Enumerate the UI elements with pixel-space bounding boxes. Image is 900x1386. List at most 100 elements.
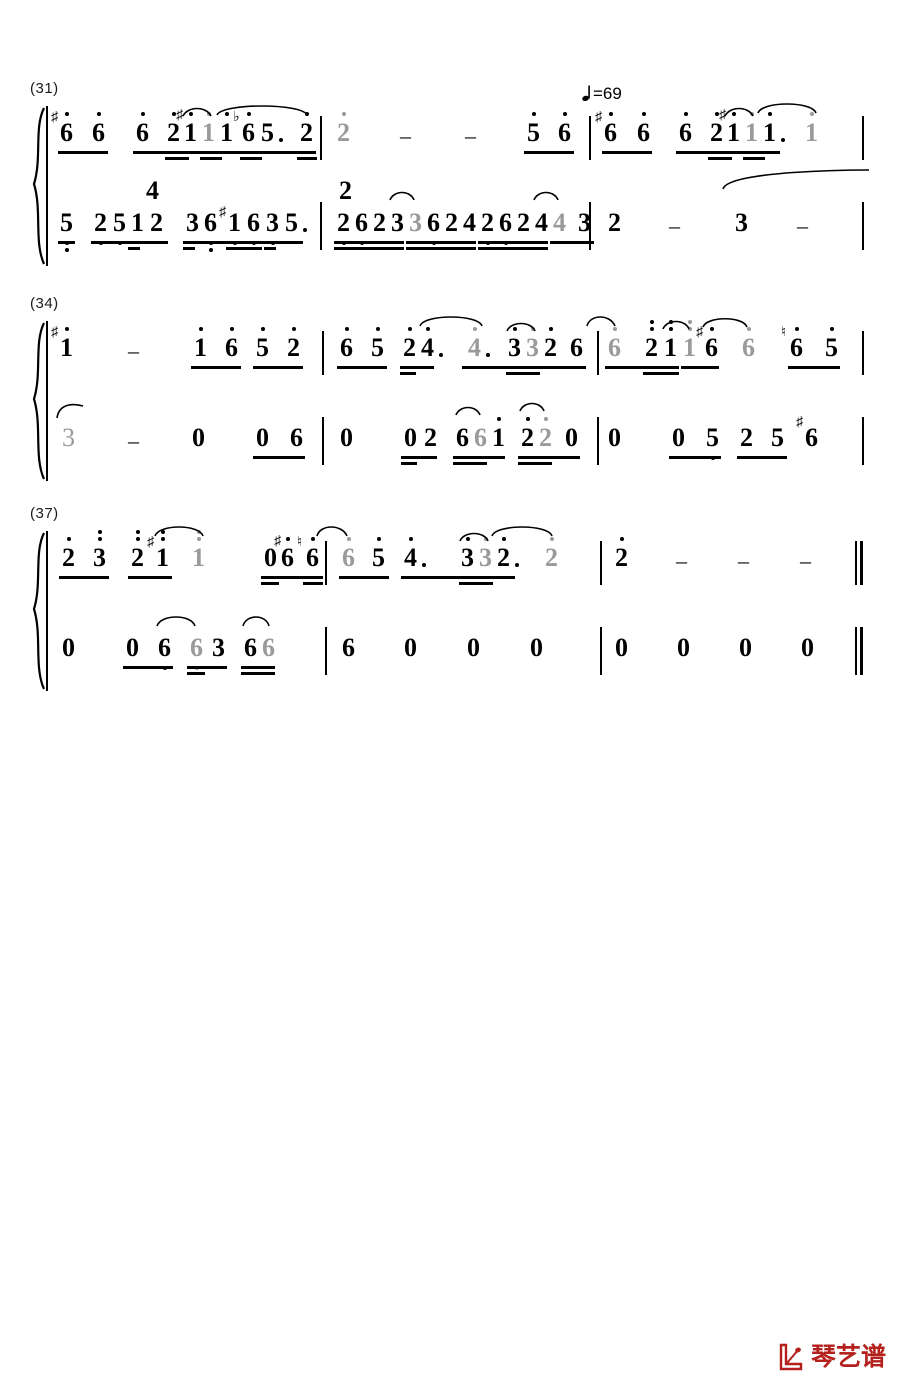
beam <box>58 151 108 154</box>
note: 6 <box>558 112 571 146</box>
note-tied: 3 <box>409 208 422 237</box>
note-tied: 1 <box>745 112 758 146</box>
beam <box>462 366 586 369</box>
note: 5 <box>261 120 283 146</box>
note-tied: 6 <box>190 635 203 670</box>
note: 2 <box>517 208 530 237</box>
note-tied: 6 <box>608 327 621 361</box>
beam <box>478 247 548 250</box>
site-watermark-logo[interactable]: 琴艺谱 <box>777 1342 886 1372</box>
note: 1 <box>492 417 505 451</box>
beam <box>128 241 168 244</box>
note: 0 <box>467 633 480 662</box>
beam <box>297 157 317 160</box>
beam <box>339 576 389 579</box>
slur <box>586 313 616 327</box>
barline <box>589 202 591 250</box>
note: 0 <box>404 633 417 662</box>
note: ♯ 2 <box>710 108 726 147</box>
beam <box>459 582 493 585</box>
beam <box>253 366 303 369</box>
beam <box>337 366 387 369</box>
beam <box>183 241 303 244</box>
note: 6 <box>570 333 583 362</box>
beam <box>737 456 787 459</box>
beam <box>123 666 173 669</box>
note: 6 <box>340 327 353 361</box>
beam <box>191 366 241 369</box>
note: 0 <box>192 423 205 452</box>
beam <box>261 582 279 585</box>
beam <box>128 247 140 250</box>
note: 2 <box>481 210 494 245</box>
note: 6 <box>244 633 257 662</box>
note: ♯ 6 <box>274 534 294 572</box>
note-tied: 4 <box>468 327 490 361</box>
note: 2 <box>740 423 753 452</box>
note: 3 <box>461 537 474 571</box>
beam <box>59 576 109 579</box>
beam <box>669 456 721 459</box>
note: 0 <box>256 423 269 452</box>
slur <box>242 613 270 627</box>
slur <box>156 613 196 627</box>
beam <box>676 151 780 154</box>
slur <box>724 105 754 117</box>
dash: – <box>676 548 687 573</box>
beam <box>602 151 652 154</box>
note-tied: 1 <box>202 112 215 146</box>
slur <box>316 523 348 537</box>
note-tied: 6 <box>342 537 355 571</box>
beam <box>303 582 323 585</box>
note-tied: 3 <box>62 423 75 452</box>
note: 5 <box>256 327 269 361</box>
beam <box>605 366 679 369</box>
beam <box>133 151 316 154</box>
note: ♮ 6 <box>297 535 319 572</box>
beam <box>406 247 476 250</box>
barline <box>322 417 324 465</box>
slur <box>506 320 536 332</box>
beam <box>708 157 732 160</box>
beam <box>200 157 222 160</box>
slur <box>389 189 415 201</box>
beam <box>453 456 505 459</box>
barline <box>320 116 322 160</box>
note: 3 <box>212 633 225 662</box>
note: 2 <box>94 210 107 245</box>
note: 2 <box>62 537 75 571</box>
staff-lower-3: 0 0 6 6 3 6 6 6 0 0 0 0 0 0 0 <box>0 615 900 685</box>
note: 1 <box>727 112 740 146</box>
note: 0 <box>62 633 75 662</box>
barline <box>320 202 322 250</box>
slur <box>154 523 204 537</box>
slur <box>56 401 84 419</box>
note: 1 <box>763 112 785 146</box>
sharp-icon: ♯ <box>796 415 803 430</box>
note: 6 <box>679 112 692 146</box>
dash: – <box>738 548 749 573</box>
beam <box>401 456 437 459</box>
note: 6 <box>355 210 368 245</box>
measure-number-37: (37) <box>30 505 59 522</box>
barline <box>862 331 864 375</box>
slur <box>216 102 308 116</box>
final-double-barline <box>855 627 863 675</box>
note: 4 <box>421 327 443 361</box>
note: 3 <box>391 208 404 237</box>
slur <box>757 100 817 114</box>
note-tied: 4 <box>553 208 566 237</box>
note: 5 <box>825 327 838 361</box>
staff-lower-2: 3 – 0 0 6 0 0 2 6 6 1 2 2 0 0 0 5 2 5 ♯ … <box>0 402 900 475</box>
note: 0 <box>126 633 139 662</box>
beam <box>241 672 275 675</box>
beam <box>253 456 305 459</box>
sharp-icon: ♯ <box>147 535 154 550</box>
note: 4 <box>463 208 476 237</box>
beam <box>524 151 574 154</box>
note: 2 <box>521 417 534 451</box>
note: 6 <box>136 112 149 146</box>
note-tied: 1 <box>192 530 205 571</box>
barline <box>862 202 864 250</box>
note: 6 <box>427 210 440 245</box>
